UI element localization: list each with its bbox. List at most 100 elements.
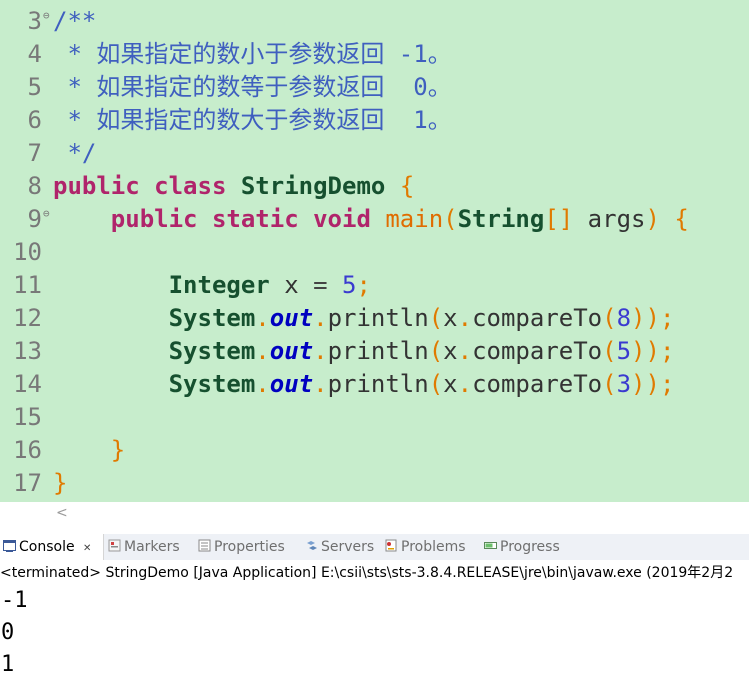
code-token: ))	[631, 337, 660, 365]
fold-toggle-icon[interactable]: ⊖	[43, 5, 50, 27]
code-token: compareTo	[472, 304, 603, 332]
code-text: System.out.println(x.compareTo(5));	[53, 335, 675, 368]
line-number: 16	[13, 436, 42, 464]
tab-progress[interactable]: Progress	[484, 534, 560, 560]
code-token: ))	[631, 304, 660, 332]
code-text: /**	[53, 5, 96, 38]
console-output-line: 0	[1, 620, 15, 645]
tab-problems[interactable]: Problems	[385, 534, 466, 560]
code-token: 5	[342, 271, 357, 299]
code-line[interactable]: 8 public class StringDemo {	[0, 170, 749, 203]
code-text: System.out.println(x.compareTo(8));	[53, 302, 675, 335]
code-token: ))	[631, 370, 660, 398]
console-status: <terminated> StringDemo [Java Applicatio…	[0, 561, 749, 585]
code-token: x	[443, 304, 458, 332]
scroll-left-icon[interactable]: <	[56, 502, 68, 524]
code-token: (	[443, 205, 458, 233]
code-token: .	[255, 304, 270, 332]
code-text: * 如果指定的数等于参数返回 0。	[53, 71, 452, 104]
line-number: 9	[27, 205, 42, 233]
code-token: 5	[616, 337, 632, 365]
code-token: /**	[53, 7, 97, 35]
servers-icon	[305, 535, 318, 550]
code-text: public static void main(String[] args) {	[53, 203, 689, 236]
code-token: */	[53, 139, 97, 167]
code-token: )	[645, 205, 660, 233]
tab-servers[interactable]: Servers	[305, 534, 374, 560]
code-line[interactable]: 15	[0, 401, 749, 434]
code-line[interactable]: 6 * 如果指定的数大于参数返回 1。	[0, 104, 749, 137]
code-line[interactable]: 14 System.out.println(x.compareTo(3));	[0, 368, 749, 401]
code-text: * 如果指定的数小于参数返回 -1。	[53, 38, 452, 71]
code-token: System	[168, 337, 256, 365]
code-line[interactable]: 3 ⊖/**	[0, 5, 749, 38]
code-token: public	[53, 172, 140, 200]
code-token: * 如果指定的数小于参数返回 -1。	[53, 40, 452, 68]
code-token: println	[327, 304, 429, 332]
editor-horizontal-scrollbar[interactable]: <	[52, 502, 749, 524]
code-line[interactable]: 5 * 如果指定的数等于参数返回 0。	[0, 71, 749, 104]
code-token: void	[313, 205, 371, 233]
code-text: * 如果指定的数大于参数返回 1。	[53, 104, 451, 137]
code-text: public class StringDemo {	[53, 170, 414, 203]
console-output[interactable]: -1 0 1	[0, 585, 749, 681]
close-icon[interactable]: ✕	[83, 543, 91, 554]
code-token: args	[573, 205, 646, 233]
line-number: 4	[27, 40, 42, 68]
console-output-line: 1	[1, 652, 15, 677]
code-text: }	[53, 467, 67, 500]
code-text: System.out.println(x.compareTo(3));	[53, 368, 675, 401]
code-token: 8	[616, 304, 632, 332]
tab-console[interactable]: Console ✕	[0, 534, 104, 560]
code-line[interactable]: 10	[0, 236, 749, 269]
code-line[interactable]: 11 Integer x = 5;	[0, 269, 749, 302]
code-token: Integer	[168, 271, 270, 299]
code-line[interactable]: 13 System.out.println(x.compareTo(5));	[0, 335, 749, 368]
code-line[interactable]: 4 * 如果指定的数小于参数返回 -1。	[0, 38, 749, 71]
code-line[interactable]: 16 }	[0, 434, 749, 467]
code-token: ;	[659, 370, 675, 398]
tab-label: Markers	[124, 539, 180, 555]
code-token: x	[443, 337, 458, 365]
tab-label: Problems	[401, 539, 466, 555]
tab-markers[interactable]: Markers	[108, 534, 180, 560]
line-number: 10	[13, 238, 42, 266]
code-token: public	[110, 205, 198, 233]
code-token: .	[457, 370, 473, 398]
markers-icon	[108, 535, 121, 552]
properties-icon	[198, 535, 211, 552]
code-token: .	[457, 304, 473, 332]
code-token: StringDemo	[240, 172, 386, 200]
code-editor[interactable]: 3 ⊖/** 4 * 如果指定的数小于参数返回 -1。 5 * 如果指定的数等于参数返…	[0, 0, 749, 502]
code-token: * 如果指定的数等于参数返回 0。	[53, 73, 452, 101]
code-line[interactable]: 12 System.out.println(x.compareTo(8));	[0, 302, 749, 335]
code-token: compareTo	[472, 370, 603, 398]
code-token: System	[168, 370, 256, 398]
line-number: 13	[13, 337, 42, 365]
line-number: 8	[27, 172, 42, 200]
line-number: 11	[13, 271, 42, 299]
code-token: []	[544, 205, 574, 233]
fold-toggle-icon[interactable]: ⊖	[43, 203, 50, 225]
code-token: println	[327, 337, 429, 365]
code-token: out	[269, 370, 314, 398]
gutter-scroll-gap	[0, 502, 52, 524]
code-token: }	[53, 469, 68, 497]
code-token: x	[269, 271, 314, 299]
code-line[interactable]: 17}	[0, 467, 749, 500]
code-token: }	[110, 436, 126, 464]
code-line[interactable]: 7 */	[0, 137, 749, 170]
code-token: System	[168, 304, 256, 332]
code-token: .	[457, 337, 473, 365]
code-line[interactable]: 9 ⊖ public static void main(String[] args…	[0, 203, 749, 236]
tab-properties[interactable]: Properties	[198, 534, 285, 560]
